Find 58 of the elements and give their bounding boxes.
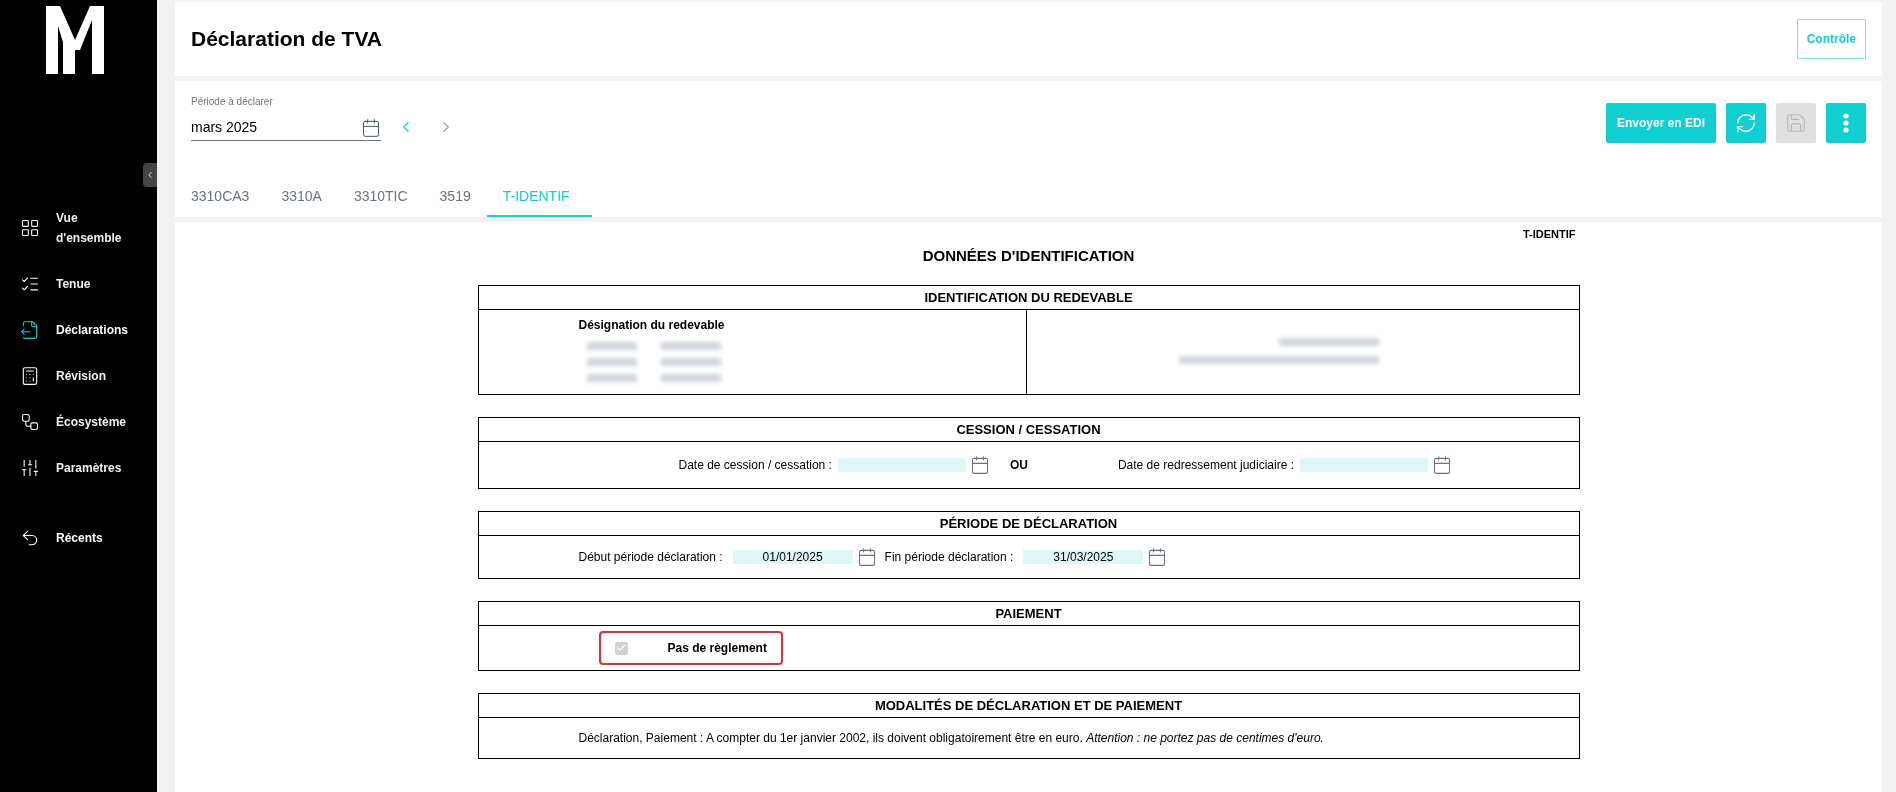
- calendar-icon[interactable]: [1147, 547, 1168, 567]
- nav-item[interactable]: Paramètres: [0, 458, 157, 478]
- logo: [46, 6, 104, 74]
- field-label: Fin période déclaration :: [884, 549, 1014, 566]
- grid-icon: [20, 218, 40, 238]
- calendar-icon[interactable]: [856, 547, 877, 567]
- calendar-icon: [361, 117, 381, 138]
- return-arrow-icon: [20, 528, 40, 548]
- nav-item[interactable]: Révision: [0, 366, 157, 386]
- date-field[interactable]: 31/03/2025: [1023, 550, 1144, 564]
- date-field[interactable]: [1300, 458, 1428, 472]
- calendar-icon[interactable]: [1432, 455, 1452, 475]
- field-label: Date de redressement judiciaire :: [1117, 457, 1294, 474]
- field-label: Désignation du redevable: [578, 317, 726, 334]
- nav-item[interactable]: Tenue: [0, 274, 157, 294]
- chevron-left-icon: [145, 170, 155, 180]
- redacted-text: [660, 374, 721, 382]
- diagram-icon: [20, 412, 40, 432]
- nav-item[interactable]: Déclarations: [0, 320, 157, 340]
- field-label: Début période déclaration :: [578, 549, 723, 566]
- more-button[interactable]: [1826, 103, 1866, 143]
- separator-label: OU: [1009, 457, 1028, 474]
- nav-item[interactable]: Écosystème: [0, 412, 157, 432]
- file-icon: [20, 320, 40, 340]
- sliders-icon: [20, 458, 40, 478]
- info-text: Déclaration, Paiement : A compter du 1er janvier 2002, ils doivent obligatoirement être en euro. Attention : ne portez pas de centimes d'euro.: [578, 730, 1324, 747]
- calendar-icon[interactable]: [969, 455, 990, 475]
- field-label: Période à déclarer: [191, 95, 274, 109]
- section-title: MODALITÉS DE DÉCLARATION ET DE PAIEMENT: [478, 694, 1579, 718]
- redacted-text: [586, 358, 637, 366]
- section-title: CESSION / CESSATION: [478, 418, 1579, 442]
- calculator-icon: [20, 366, 40, 386]
- more-icon: [1843, 113, 1849, 133]
- collapse-button[interactable]: [143, 163, 157, 187]
- tab[interactable]: 3310CA3: [191, 177, 266, 217]
- tab[interactable]: 3310A: [265, 177, 338, 217]
- refresh-icon: [1735, 112, 1757, 134]
- checkmark-icon: [616, 643, 626, 653]
- field-label: Date de cession / cessation :: [678, 457, 832, 474]
- redacted-text: [586, 342, 637, 350]
- page-title: Déclaration de TVA: [191, 26, 382, 53]
- redacted-text: [660, 358, 721, 366]
- refresh-button[interactable]: [1726, 103, 1766, 143]
- nav-item[interactable]: Vue d'ensemble: [0, 208, 157, 248]
- nav-item[interactable]: Récents: [0, 528, 157, 548]
- tab[interactable]: 3310TIC: [337, 177, 424, 217]
- form-code: T-IDENTIF: [1522, 227, 1576, 242]
- date-field[interactable]: [837, 458, 966, 472]
- redacted-text: [586, 374, 637, 382]
- form-title: DONNÉES D'IDENTIFICATION: [921, 245, 1136, 266]
- section-title: PAIEMENT: [478, 602, 1579, 626]
- save-icon: [1785, 112, 1807, 134]
- tab[interactable]: 3519: [423, 177, 487, 217]
- section-title: IDENTIFICATION DU REDEVABLE: [478, 286, 1579, 310]
- section-title: PÉRIODE DE DÉCLARATION: [478, 512, 1579, 536]
- redacted-text: [660, 342, 721, 350]
- date-field[interactable]: 01/01/2025: [732, 550, 853, 564]
- period-field[interactable]: mars 2025: [191, 117, 381, 141]
